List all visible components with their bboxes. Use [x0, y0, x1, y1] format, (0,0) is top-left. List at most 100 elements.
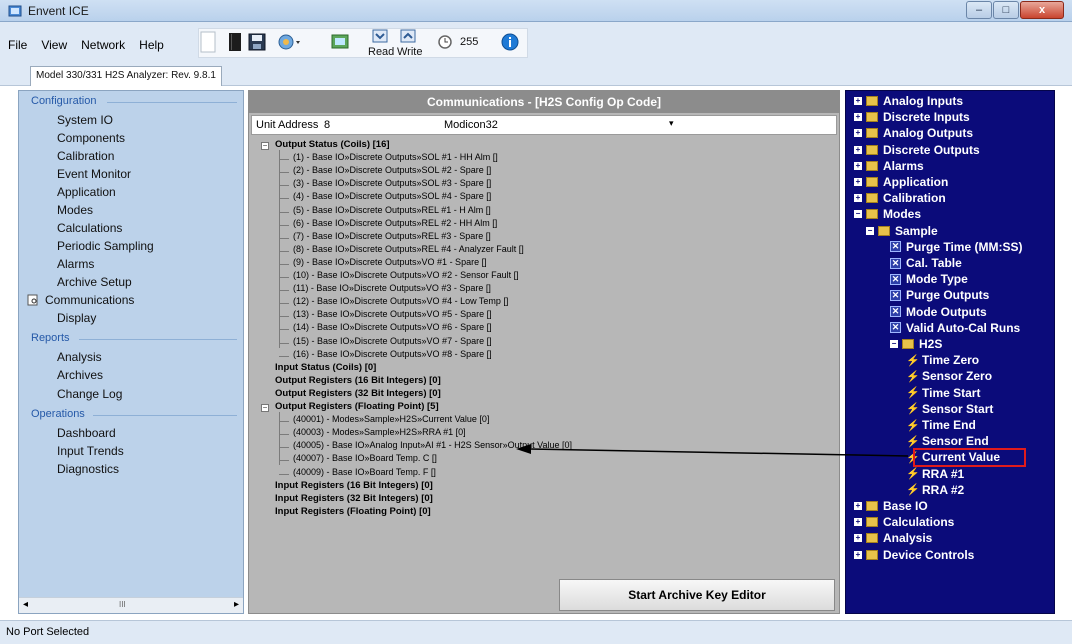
expand-icon[interactable]: +: [854, 194, 862, 203]
nav-calibration[interactable]: Calibration: [57, 149, 114, 163]
dropdown-arrow-icon[interactable]: ▾: [669, 118, 674, 129]
save-icon[interactable]: [248, 33, 266, 51]
menu-view[interactable]: View: [41, 38, 67, 52]
expand-icon[interactable]: +: [854, 502, 862, 510]
menu-help[interactable]: Help: [139, 38, 164, 52]
object-tree-item[interactable]: + Alarms: [854, 159, 924, 173]
expand-icon[interactable]: +: [854, 97, 862, 105]
expand-icon[interactable]: +: [854, 129, 862, 138]
object-tree-item[interactable]: + Calculations: [854, 515, 954, 529]
network-icon[interactable]: [276, 31, 304, 53]
collapse-icon[interactable]: −: [890, 340, 898, 348]
protocol-select[interactable]: Modicon32: [444, 119, 498, 131]
expand-icon[interactable]: +: [854, 178, 862, 186]
object-tree-item[interactable]: + Discrete Outputs: [854, 143, 980, 157]
object-tree-item[interactable]: ✕ Purge Outputs: [890, 288, 989, 302]
object-tree-item[interactable]: + Application: [854, 175, 948, 189]
object-tree-item[interactable]: ✕ Valid Auto-Cal Runs: [890, 321, 1020, 335]
object-tree-item[interactable]: ✕ Mode Type: [890, 272, 968, 286]
menu-file[interactable]: File: [8, 38, 27, 52]
tree-item[interactable]: (15) - Base IO»Discrete Outputs»VO #7 - …: [293, 336, 492, 346]
timer-icon[interactable]: [437, 34, 453, 50]
nav-input-trends[interactable]: Input Trends: [57, 444, 124, 458]
write-icon[interactable]: [400, 28, 416, 44]
collapse-icon[interactable]: −: [854, 210, 862, 219]
collapse-icon[interactable]: −: [866, 226, 874, 235]
object-tree-item[interactable]: + Analog Outputs: [854, 126, 973, 140]
start-archive-key-editor-button[interactable]: Start Archive Key Editor: [559, 579, 835, 611]
object-tree-item[interactable]: − Modes: [854, 207, 921, 221]
tree-group[interactable]: Output Status (Coils) [16]: [275, 139, 390, 150]
read-icon[interactable]: [372, 28, 388, 44]
object-tree-item[interactable]: ✕ Mode Outputs: [890, 305, 987, 319]
object-tree-item[interactable]: ⚡ Time End: [906, 418, 976, 432]
tree-item[interactable]: (2) - Base IO»Discrete Outputs»SOL #2 - …: [293, 165, 491, 175]
tree-group[interactable]: Output Registers (32 Bit Integers) [0]: [275, 388, 441, 399]
nav-modes[interactable]: Modes: [57, 203, 93, 217]
nav-analysis[interactable]: Analysis: [57, 350, 102, 364]
nav-system-io[interactable]: System IO: [57, 113, 113, 127]
expand-icon[interactable]: +: [854, 113, 862, 122]
unit-address-field[interactable]: 8: [324, 119, 330, 131]
object-tree-item[interactable]: ⚡ Sensor Start: [906, 402, 993, 416]
expand-icon[interactable]: +: [854, 550, 862, 559]
object-tree-item[interactable]: ⚡ RRA #2: [906, 483, 964, 497]
nav-calculations[interactable]: Calculations: [57, 221, 122, 235]
tree-item[interactable]: (10) - Base IO»Discrete Outputs»VO #2 - …: [293, 270, 519, 280]
tree-group[interactable]: Input Registers (32 Bit Integers) [0]: [275, 493, 433, 504]
scroll-right-icon[interactable]: ▸: [234, 599, 239, 610]
object-tree-item[interactable]: ⚡ Time Start: [906, 386, 980, 400]
tree-item[interactable]: (11) - Base IO»Discrete Outputs»VO #3 - …: [293, 283, 491, 293]
expand-icon[interactable]: +: [854, 161, 862, 170]
object-tree-item[interactable]: ✕ Purge Time (MM:SS): [890, 240, 1022, 254]
object-tree-item[interactable]: + Analysis: [854, 531, 932, 545]
tree-group[interactable]: Output Registers (Floating Point) [5]: [275, 401, 439, 412]
connect-icon[interactable]: [330, 31, 352, 53]
tree-item[interactable]: (1) - Base IO»Discrete Outputs»SOL #1 - …: [293, 152, 498, 162]
nav-communications[interactable]: Communications: [45, 293, 134, 307]
object-tree-item[interactable]: + Base IO: [854, 499, 928, 513]
object-tree-item[interactable]: ⚡ Time Zero: [906, 353, 979, 367]
tree-item[interactable]: (12) - Base IO»Discrete Outputs»VO #4 - …: [293, 296, 508, 306]
tree-group[interactable]: Input Registers (Floating Point) [0]: [275, 506, 431, 517]
tree-item[interactable]: (16) - Base IO»Discrete Outputs»VO #8 - …: [293, 349, 492, 359]
expand-icon[interactable]: +: [854, 145, 862, 154]
collapse-icon[interactable]: −: [261, 142, 269, 150]
tree-group[interactable]: Output Registers (16 Bit Integers) [0]: [275, 375, 441, 386]
info-icon[interactable]: [501, 33, 519, 51]
tree-item[interactable]: (6) - Base IO»Discrete Outputs»REL #2 - …: [293, 218, 497, 228]
model-tab[interactable]: Model 330/331 H2S Analyzer: Rev. 9.8.1: [30, 66, 222, 86]
nav-dashboard[interactable]: Dashboard: [57, 426, 116, 440]
expand-icon[interactable]: +: [854, 534, 862, 543]
object-tree-item[interactable]: − Sample: [866, 224, 938, 238]
tree-item[interactable]: (14) - Base IO»Discrete Outputs»VO #6 - …: [293, 322, 492, 332]
object-tree-item[interactable]: + Calibration: [854, 191, 946, 205]
tree-item[interactable]: (4) - Base IO»Discrete Outputs»SOL #4 - …: [293, 191, 491, 201]
tree-item[interactable]: (40003) - Modes»Sample»H2S»RRA #1 [0]: [293, 427, 466, 437]
tree-item[interactable]: (40009) - Base IO»Board Temp. F []: [293, 467, 436, 477]
nav-application[interactable]: Application: [57, 185, 116, 199]
object-tree-item[interactable]: ✕ Cal. Table: [890, 256, 962, 270]
nav-components[interactable]: Components: [57, 131, 125, 145]
tree-item[interactable]: (7) - Base IO»Discrete Outputs»REL #3 - …: [293, 231, 491, 241]
close-button[interactable]: x: [1020, 1, 1064, 19]
nav-archives[interactable]: Archives: [57, 368, 103, 382]
menu-network[interactable]: Network: [81, 38, 125, 52]
tree-item[interactable]: (5) - Base IO»Discrete Outputs»REL #1 - …: [293, 205, 491, 215]
tree-item[interactable]: (9) - Base IO»Discrete Outputs»VO #1 - S…: [293, 257, 487, 267]
nav-archive-setup[interactable]: Archive Setup: [57, 275, 132, 289]
object-tree-item[interactable]: ⚡ Sensor End: [906, 434, 989, 448]
object-tree-item[interactable]: ⚡ RRA #1: [906, 467, 964, 481]
nav-diagnostics[interactable]: Diagnostics: [57, 462, 119, 476]
object-tree-item[interactable]: + Discrete Inputs: [854, 110, 970, 124]
horizontal-scrollbar[interactable]: ◂ III ▸: [19, 597, 243, 613]
scroll-grip[interactable]: III: [119, 600, 126, 609]
tree-group[interactable]: Input Registers (16 Bit Integers) [0]: [275, 480, 433, 491]
read-label[interactable]: Read: [368, 46, 394, 58]
tree-item[interactable]: (8) - Base IO»Discrete Outputs»REL #4 - …: [293, 244, 524, 254]
tree-item[interactable]: (40007) - Base IO»Board Temp. C []: [293, 453, 437, 463]
nav-display[interactable]: Display: [57, 311, 96, 325]
object-tree-item[interactable]: + Analog Inputs: [854, 94, 963, 108]
nav-alarms[interactable]: Alarms: [57, 257, 94, 271]
object-tree-item[interactable]: ⚡ Sensor Zero: [906, 369, 992, 383]
